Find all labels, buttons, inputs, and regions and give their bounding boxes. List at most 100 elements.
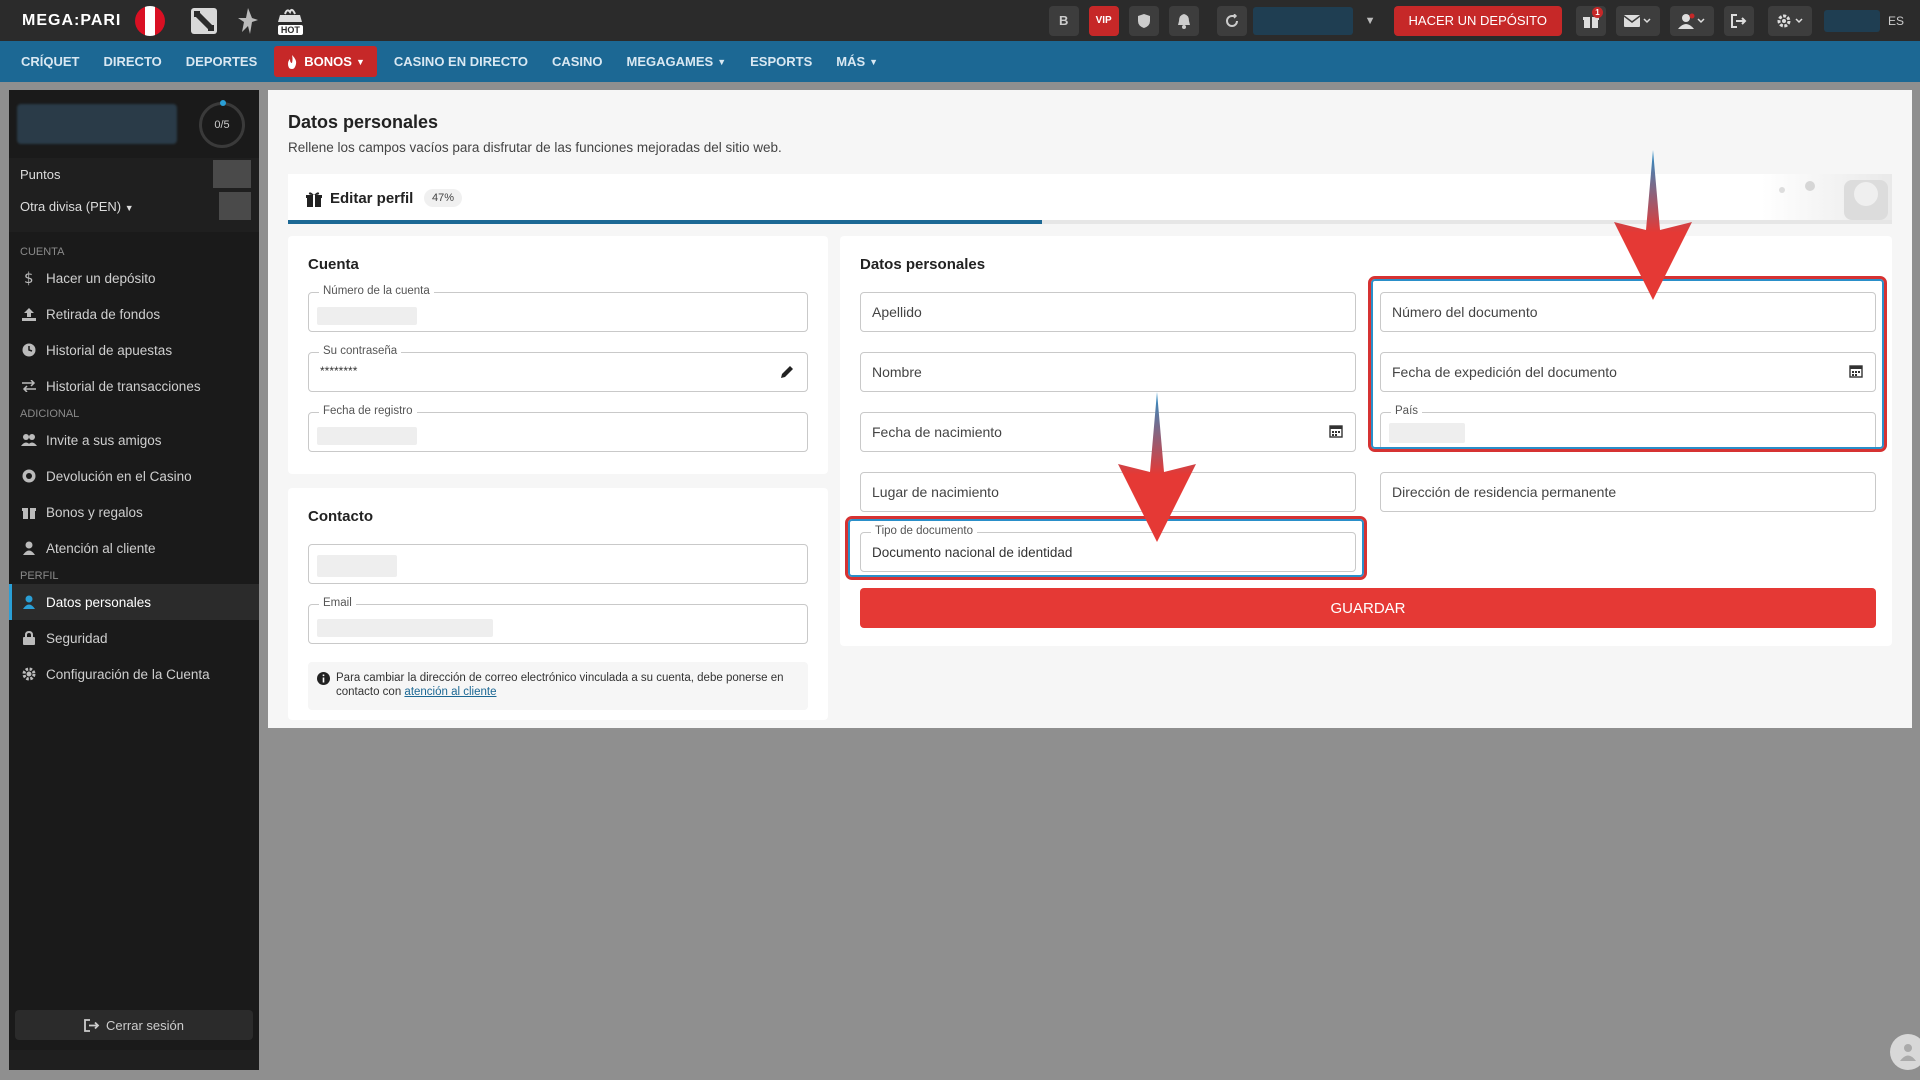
support-chat-button[interactable] bbox=[1890, 1034, 1920, 1070]
name-placeholder: Nombre bbox=[872, 364, 922, 380]
sidebar-item-account-settings[interactable]: Configuración de la Cuenta bbox=[9, 656, 259, 692]
email-field[interactable]: Email bbox=[308, 597, 808, 644]
address-input[interactable]: Dirección de residencia permanente bbox=[1380, 472, 1876, 512]
page-title: Datos personales bbox=[288, 112, 439, 132]
users-icon bbox=[20, 434, 38, 446]
sidebar-user-summary: 0/5 bbox=[9, 90, 259, 158]
logout-button[interactable]: Cerrar sesión bbox=[15, 1010, 253, 1040]
sidebar-item-label: Atención al cliente bbox=[46, 540, 156, 556]
bell-icon[interactable] bbox=[1168, 5, 1199, 36]
user-menu[interactable] bbox=[1669, 5, 1714, 36]
sidebar-item-label: Hacer un depósito bbox=[46, 270, 156, 286]
aviator-icon[interactable] bbox=[231, 4, 265, 38]
logout-label: Cerrar sesión bbox=[105, 1017, 185, 1033]
user-icon bbox=[1900, 1044, 1916, 1061]
document-fields-highlight bbox=[1368, 276, 1887, 452]
logout-icon[interactable] bbox=[1723, 5, 1754, 36]
save-button[interactable]: GUARDAR bbox=[860, 588, 1876, 628]
sidebar-item-bonuses[interactable]: Bonos y regalos bbox=[9, 494, 259, 530]
field-label: Número de la cuenta bbox=[319, 285, 434, 297]
birthdate-input[interactable]: Fecha de nacimiento bbox=[860, 412, 1356, 452]
sidebar-item-personal-data[interactable]: Datos personales bbox=[9, 584, 259, 620]
chip-icon bbox=[20, 469, 38, 483]
balance-display[interactable] bbox=[1252, 6, 1353, 35]
sidebar-item-bet-history[interactable]: Historial de apuestas bbox=[9, 332, 259, 368]
registration-date-field: Fecha de registro bbox=[308, 405, 808, 452]
user-info-blurred bbox=[17, 104, 177, 144]
account-number-field[interactable]: Número de la cuenta bbox=[308, 285, 808, 332]
hot-games-icon[interactable]: HOT bbox=[275, 6, 305, 35]
bitcoin-icon[interactable]: B bbox=[1048, 5, 1079, 36]
gift-icon[interactable]: 1 bbox=[1575, 5, 1606, 36]
peru-flag-icon[interactable] bbox=[135, 5, 166, 36]
nav-bonuses-label: BONOS bbox=[304, 54, 352, 69]
edit-profile-heading: Editar perfil bbox=[306, 190, 413, 207]
dota-icon[interactable] bbox=[187, 4, 221, 38]
pencil-icon[interactable] bbox=[779, 364, 795, 380]
nav-bonuses[interactable]: BONOS ▼ bbox=[274, 46, 377, 77]
email-change-note: Para cambiar la dirección de correo elec… bbox=[308, 662, 808, 710]
settings-menu[interactable] bbox=[1767, 5, 1812, 36]
language-flag[interactable] bbox=[1823, 9, 1880, 32]
sidebar-item-withdraw[interactable]: Retirada de fondos bbox=[9, 296, 259, 332]
calendar-icon[interactable] bbox=[1329, 424, 1343, 438]
sidebar-item-deposit[interactable]: $ Hacer un depósito bbox=[9, 260, 259, 296]
chevron-down-icon: ▼ bbox=[124, 202, 134, 213]
nav-live[interactable]: DIRECTO bbox=[92, 41, 174, 82]
phone-field[interactable] bbox=[308, 544, 808, 584]
personal-data-card: Datos personales Apellido Nombre Fecha d… bbox=[840, 236, 1892, 646]
field-label: Fecha de registro bbox=[319, 405, 417, 417]
document-type-highlight bbox=[845, 516, 1367, 580]
shield-icon[interactable] bbox=[1128, 5, 1159, 36]
nav-esports[interactable]: ESPORTS bbox=[738, 41, 824, 82]
gift-icon bbox=[306, 191, 322, 207]
gear-icon bbox=[20, 667, 38, 681]
nav-megagames-label: MEGAGAMES bbox=[626, 54, 714, 69]
name-input[interactable]: Nombre bbox=[860, 352, 1356, 392]
progress-ring[interactable]: 0/5 bbox=[199, 100, 245, 148]
annotation-arrow-down-icon bbox=[1118, 392, 1196, 542]
currency-row[interactable]: Otra divisa (PEN) ▼ bbox=[9, 190, 259, 222]
sidebar-item-invite[interactable]: Invite a sus amigos bbox=[9, 422, 259, 458]
sidebar-item-label: Configuración de la Cuenta bbox=[46, 666, 210, 682]
contact-card-title: Contacto bbox=[308, 508, 373, 525]
balance-chevron-down-icon[interactable]: ▼ bbox=[1365, 15, 1376, 27]
sidebar-item-label: Datos personales bbox=[46, 594, 152, 610]
birthplace-input[interactable]: Lugar de nacimiento bbox=[860, 472, 1356, 512]
nav-live-casino[interactable]: CASINO EN DIRECTO bbox=[382, 41, 540, 82]
chevron-down-icon: ▼ bbox=[717, 56, 727, 67]
nav-more-label: MÁS bbox=[836, 54, 866, 69]
clock-icon bbox=[20, 343, 38, 357]
address-placeholder: Dirección de residencia permanente bbox=[1392, 484, 1617, 500]
surname-input[interactable]: Apellido bbox=[860, 292, 1356, 332]
contact-card: Contacto Email Para cambiar la dirección… bbox=[288, 488, 828, 720]
logo[interactable]: MEGA:PARI bbox=[22, 5, 166, 36]
hot-label: HOT bbox=[277, 25, 303, 35]
nav-more[interactable]: MÁS ▼ bbox=[824, 41, 890, 82]
nav-casino[interactable]: CASINO bbox=[540, 41, 615, 82]
sidebar-item-label: Bonos y regalos bbox=[46, 504, 143, 520]
sidebar-menu: CUENTA $ Hacer un depósito Retirada de fo… bbox=[9, 232, 259, 1050]
upload-icon bbox=[20, 307, 38, 321]
main-nav: CRÍQUET DIRECTO DEPORTES BONOS ▼ CASINO … bbox=[0, 41, 1920, 82]
sidebar-item-transactions[interactable]: Historial de transacciones bbox=[9, 368, 259, 404]
sidebar-item-label: Historial de transacciones bbox=[46, 378, 201, 394]
language-selector[interactable]: ES bbox=[1888, 14, 1904, 28]
deposit-button[interactable]: HACER UN DEPÓSITO bbox=[1393, 5, 1562, 36]
sidebar-item-cashback[interactable]: Devolución en el Casino bbox=[9, 458, 259, 494]
field-label: Su contraseña bbox=[319, 345, 402, 357]
nav-sports[interactable]: DEPORTES bbox=[174, 41, 270, 82]
profile-progress-fill bbox=[288, 220, 1042, 224]
points-row[interactable]: Puntos bbox=[9, 158, 259, 190]
nav-megagames[interactable]: MEGAGAMES ▼ bbox=[615, 41, 739, 82]
points-label: Puntos bbox=[20, 166, 61, 182]
password-field[interactable]: Su contraseña ******** bbox=[308, 345, 808, 392]
mail-menu[interactable] bbox=[1615, 5, 1660, 36]
sidebar-item-security[interactable]: Seguridad bbox=[9, 620, 259, 656]
vip-button[interactable]: VIP bbox=[1088, 5, 1119, 36]
sidebar-item-support[interactable]: Atención al cliente bbox=[9, 530, 259, 566]
exchange-icon bbox=[20, 380, 38, 392]
refresh-icon[interactable] bbox=[1216, 5, 1247, 36]
nav-cricket[interactable]: CRÍQUET bbox=[9, 41, 92, 82]
support-link[interactable]: atención al cliente bbox=[404, 686, 496, 698]
